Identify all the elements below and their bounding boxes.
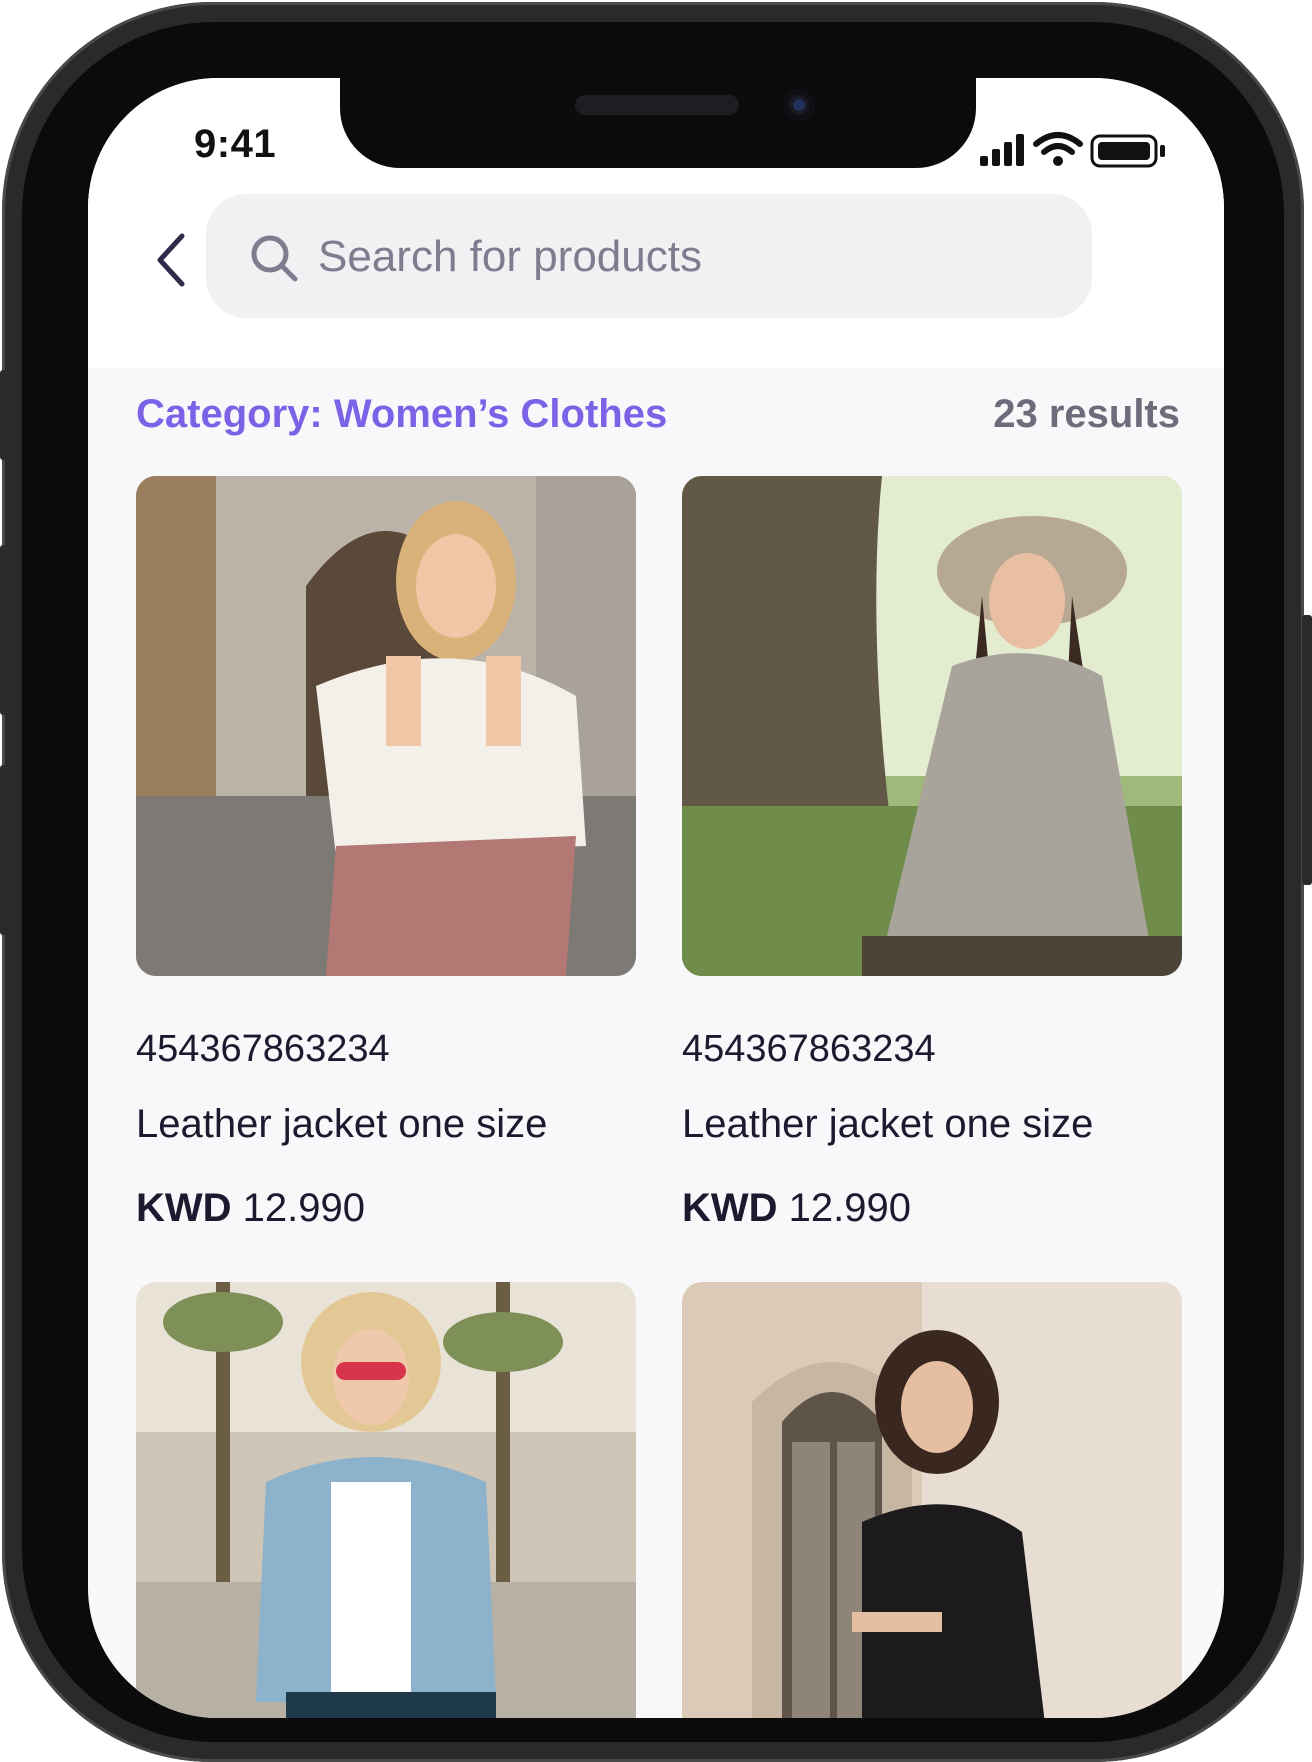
price-value: 12.990	[242, 1186, 365, 1230]
product-card[interactable]: 454367863234 Leather jacket one size KWD…	[682, 476, 1182, 1230]
product-card[interactable]	[682, 1282, 1182, 1718]
product-name[interactable]: Leather jacket one size	[136, 1102, 547, 1147]
product-image[interactable]	[682, 476, 1182, 976]
price-value: 12.990	[788, 1186, 911, 1230]
volume-up-button	[0, 545, 10, 715]
notch	[340, 78, 976, 168]
battery-icon	[1090, 134, 1165, 168]
search-icon	[251, 235, 298, 282]
category-label: Category: Women’s Clothes	[136, 392, 668, 436]
product-price: KWD 12.990	[682, 1186, 911, 1231]
product-image[interactable]	[136, 476, 636, 976]
product-image[interactable]	[136, 1282, 636, 1718]
silent-switch	[0, 370, 10, 460]
status-icons	[980, 130, 1180, 168]
product-sku: 454367863234	[136, 1028, 390, 1070]
product-card[interactable]: 454367863234 Leather jacket one size KWD…	[136, 476, 636, 1230]
price-currency: KWD	[682, 1186, 778, 1230]
status-time: 9:41	[194, 122, 277, 166]
product-card[interactable]	[136, 1282, 636, 1718]
power-button	[1302, 615, 1312, 885]
search-input[interactable]: Search for products	[206, 194, 1092, 318]
screen: Search for products Category: Women’s Cl…	[88, 78, 1224, 1718]
product-image[interactable]	[682, 1282, 1182, 1718]
product-price: KWD 12.990	[136, 1186, 365, 1231]
front-camera	[783, 89, 815, 121]
price-currency: KWD	[136, 1186, 232, 1230]
product-sku: 454367863234	[682, 1028, 936, 1070]
back-chevron-icon[interactable]	[150, 230, 194, 290]
signal-icon	[980, 134, 1024, 166]
search-placeholder: Search for products	[318, 232, 702, 281]
wifi-icon	[1033, 132, 1083, 166]
speaker-grille	[575, 95, 739, 115]
product-name[interactable]: Leather jacket one size	[682, 1102, 1093, 1147]
phone-frame: Search for products Category: Women’s Cl…	[0, 0, 1312, 1762]
volume-down-button	[0, 765, 10, 935]
results-count: 23 results	[993, 392, 1180, 436]
